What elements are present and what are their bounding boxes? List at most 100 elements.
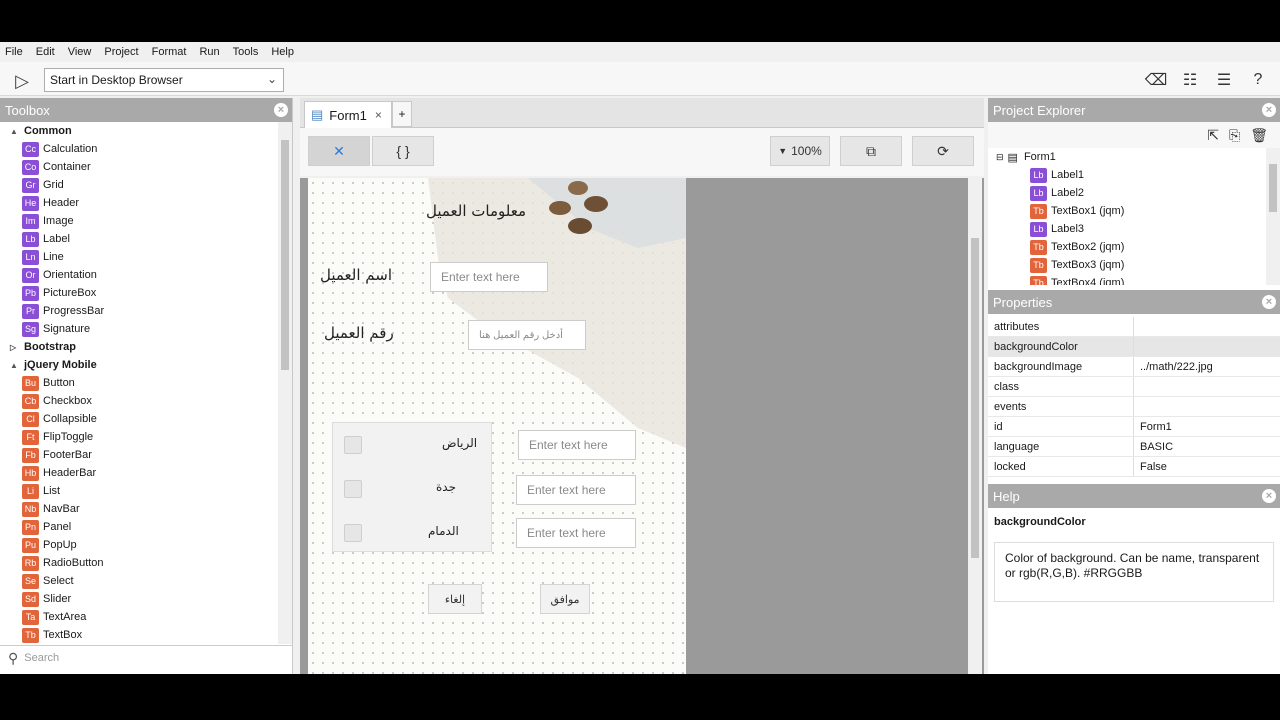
menu-project[interactable]: Project: [104, 46, 138, 58]
property-value[interactable]: [1134, 397, 1280, 416]
menu-tools[interactable]: Tools: [233, 46, 259, 58]
ok-button[interactable]: موافق: [540, 584, 590, 614]
toolbox-item[interactable]: Fb FooterBar: [0, 446, 293, 464]
toolbox-item[interactable]: Lb Label: [0, 230, 293, 248]
help-icon[interactable]: ?: [1244, 67, 1272, 93]
property-value[interactable]: BASIC: [1134, 437, 1280, 456]
form-title-label[interactable]: معلومات العميل: [426, 202, 526, 220]
checkbox-3[interactable]: [344, 524, 362, 542]
toolbox-item[interactable]: Pb PictureBox: [0, 284, 293, 302]
toolbox-item[interactable]: Tb TextBox: [0, 626, 293, 644]
toolbox-item[interactable]: Or Orientation: [0, 266, 293, 284]
property-value[interactable]: ../math/222.jpg: [1134, 357, 1280, 376]
toolbox-item[interactable]: Gr Grid: [0, 176, 293, 194]
tree-item[interactable]: Tb TextBox3 (jqm): [988, 256, 1280, 274]
menu-format[interactable]: Format: [152, 46, 187, 58]
toolbox-item[interactable]: Li List: [0, 482, 293, 500]
toolbox-group-common[interactable]: ▲ Common: [0, 122, 293, 140]
toolbox-group-bootstrap[interactable]: ▷ Bootstrap: [0, 338, 293, 356]
close-icon[interactable]: ×: [1262, 103, 1276, 117]
property-row[interactable]: backgroundColor: [988, 337, 1280, 357]
property-value[interactable]: [1134, 317, 1280, 336]
scroll-thumb[interactable]: [281, 140, 289, 370]
eraser-icon[interactable]: ⌫: [1142, 67, 1170, 93]
close-icon[interactable]: ×: [375, 108, 382, 122]
textbox-city-2[interactable]: Enter text here: [516, 475, 636, 505]
menu-file[interactable]: File: [5, 46, 23, 58]
menu-view[interactable]: View: [68, 46, 92, 58]
textbox-city-3[interactable]: Enter text here: [516, 518, 636, 548]
tree-root[interactable]: ⊟ ▤ Form1: [988, 148, 1280, 166]
tree-item[interactable]: Lb Label3: [988, 220, 1280, 238]
tree-item[interactable]: Tb TextBox1 (jqm): [988, 202, 1280, 220]
run-target-select[interactable]: Start in Desktop Browser ⌄: [44, 68, 284, 92]
toolbox-group-jquery-mobile[interactable]: ▲ jQuery Mobile: [0, 356, 293, 374]
property-value[interactable]: Form1: [1134, 417, 1280, 436]
name-input[interactable]: Enter text here: [430, 262, 548, 292]
toolbox-item[interactable]: He Header: [0, 194, 293, 212]
toolbox-item[interactable]: Hb HeaderBar: [0, 464, 293, 482]
property-row[interactable]: backgroundImage ../math/222.jpg: [988, 357, 1280, 377]
toolbox-item[interactable]: Pn Panel: [0, 518, 293, 536]
name-label[interactable]: اسم العميل: [320, 266, 392, 284]
tree-item[interactable]: Tb TextBox2 (jqm): [988, 238, 1280, 256]
zoom-select[interactable]: ▼ 100%: [770, 136, 830, 166]
toolbox-item[interactable]: Im Image: [0, 212, 293, 230]
form-surface[interactable]: معلومات العميل اسم العميل Enter text her…: [308, 178, 686, 674]
checkbox-2[interactable]: [344, 480, 362, 498]
delete-icon[interactable]: 🗑: [1250, 127, 1268, 144]
list-icon[interactable]: ☰: [1210, 67, 1238, 93]
toolbox-item[interactable]: Sg Signature: [0, 320, 293, 338]
property-value[interactable]: False: [1134, 457, 1280, 476]
toolbox-item[interactable]: Ta TextArea: [0, 608, 293, 626]
id-input[interactable]: أدخل رقم العميل هنا: [468, 320, 586, 350]
copy-icon[interactable]: ⎘: [1229, 127, 1240, 144]
close-icon[interactable]: ×: [1262, 489, 1276, 503]
run-icon[interactable]: ▷: [10, 69, 34, 93]
tree-item[interactable]: Tb TextBox4 (jqm): [988, 274, 1280, 285]
property-row[interactable]: events: [988, 397, 1280, 417]
settings-list-icon[interactable]: ☷: [1176, 67, 1204, 93]
toolbox-item[interactable]: Co Container: [0, 158, 293, 176]
property-value[interactable]: [1134, 337, 1280, 356]
property-row[interactable]: class: [988, 377, 1280, 397]
close-icon[interactable]: ×: [1262, 295, 1276, 309]
checkbox-1[interactable]: [344, 436, 362, 454]
toolbox-item[interactable]: Rb RadioButton: [0, 554, 293, 572]
toolbox-item[interactable]: Cc Calculation: [0, 140, 293, 158]
close-icon[interactable]: ×: [274, 103, 288, 117]
property-row[interactable]: id Form1: [988, 417, 1280, 437]
property-row[interactable]: language BASIC: [988, 437, 1280, 457]
id-label[interactable]: رقم العميل: [324, 324, 394, 342]
cancel-button[interactable]: إلغاء: [428, 584, 482, 614]
tree-scrollbar[interactable]: [1266, 148, 1280, 285]
property-value[interactable]: [1134, 377, 1280, 396]
design-mode-button[interactable]: ✕: [308, 136, 370, 166]
tree-item[interactable]: Lb Label1: [988, 166, 1280, 184]
textbox-city-1[interactable]: Enter text here: [518, 430, 636, 460]
add-tab-button[interactable]: +: [392, 101, 412, 127]
preview-button[interactable]: ⧉: [840, 136, 902, 166]
toolbox-item[interactable]: Se Select: [0, 572, 293, 590]
toolbox-item[interactable]: Bu Button: [0, 374, 293, 392]
toolbox-scrollbar[interactable]: [278, 122, 292, 644]
property-row[interactable]: attributes: [988, 317, 1280, 337]
toolbox-item[interactable]: Nb NavBar: [0, 500, 293, 518]
menu-edit[interactable]: Edit: [36, 46, 55, 58]
tree-item[interactable]: Lb Label2: [988, 184, 1280, 202]
scroll-thumb[interactable]: [1269, 164, 1277, 212]
toolbox-item[interactable]: Sd Slider: [0, 590, 293, 608]
code-mode-button[interactable]: { }: [372, 136, 434, 166]
toolbox-search[interactable]: ⚲ Search: [0, 645, 293, 670]
toolbox-item[interactable]: Cb Checkbox: [0, 392, 293, 410]
scroll-thumb[interactable]: [971, 238, 979, 558]
property-row[interactable]: locked False: [988, 457, 1280, 477]
refresh-button[interactable]: ⟳: [912, 136, 974, 166]
toolbox-item[interactable]: Pr ProgressBar: [0, 302, 293, 320]
toolbox-item[interactable]: Pu PopUp: [0, 536, 293, 554]
canvas-scrollbar[interactable]: [968, 178, 982, 674]
export-icon[interactable]: ⇱: [1207, 127, 1219, 144]
toolbox-item[interactable]: Ln Line: [0, 248, 293, 266]
toolbox-item[interactable]: Cl Collapsible: [0, 410, 293, 428]
toolbox-item[interactable]: Ft FlipToggle: [0, 428, 293, 446]
